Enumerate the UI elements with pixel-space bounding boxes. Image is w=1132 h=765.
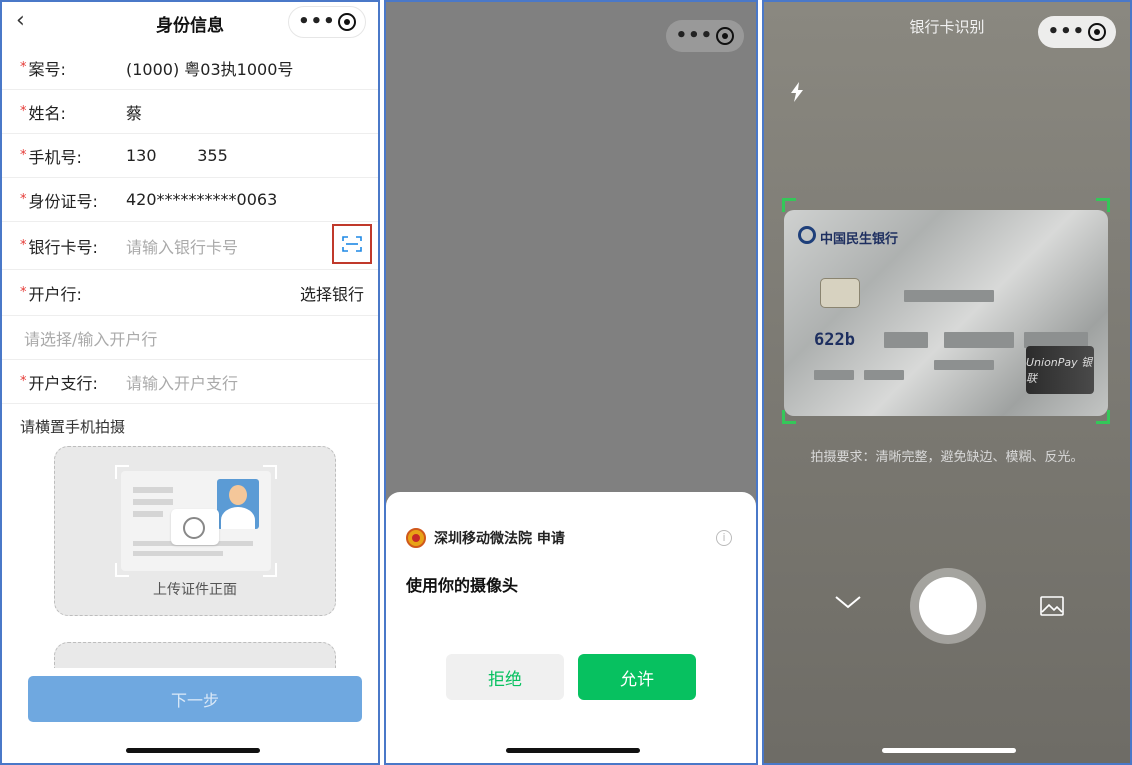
id-number-label: 身份证号: bbox=[28, 191, 98, 211]
applicant-name: 深圳移动微法院 申请 bbox=[434, 531, 565, 547]
home-indicator bbox=[126, 748, 260, 753]
court-logo-icon bbox=[406, 528, 426, 548]
card-chip bbox=[820, 278, 860, 308]
bank-logo-icon bbox=[798, 226, 816, 244]
scan-bank-card-button[interactable] bbox=[332, 224, 372, 264]
case-number-label: 案号: bbox=[28, 59, 66, 79]
mini-program-capsule[interactable]: ••• bbox=[666, 20, 744, 52]
reject-button[interactable]: 拒绝 bbox=[446, 654, 564, 700]
chevron-down-icon[interactable] bbox=[834, 594, 862, 610]
branch-row: * 开户支行: 请输入开户支行 bbox=[2, 360, 378, 404]
branch-label: 开户支行: bbox=[28, 373, 98, 393]
required-mark: * bbox=[20, 60, 27, 75]
landscape-hint: 请横置手机拍摄 bbox=[20, 418, 126, 436]
phone-label: 手机号: bbox=[28, 147, 82, 167]
info-icon[interactable]: i bbox=[716, 530, 732, 546]
id-card-illustration bbox=[115, 465, 277, 577]
avatar-icon bbox=[217, 479, 259, 529]
case-number-value: (1000) 粤03执1000号 bbox=[126, 59, 294, 79]
home-indicator bbox=[882, 748, 1016, 753]
required-mark: * bbox=[20, 104, 27, 119]
mini-program-capsule[interactable]: ••• bbox=[1038, 16, 1116, 48]
more-dots-icon[interactable]: ••• bbox=[1048, 23, 1086, 41]
id-number-row: * 身份证号: 420**********0063 bbox=[2, 178, 378, 222]
card-scan-frame: 中国民生银行 622b UnionPay 银联 bbox=[782, 198, 1110, 424]
identity-info-screen: ‹ 身份信息 ••• * 案号: (1000) 粤03执1000号 * 姓名: … bbox=[0, 0, 380, 765]
home-indicator bbox=[506, 748, 640, 753]
upload-front-label: 上传证件正面 bbox=[153, 582, 237, 598]
flash-icon[interactable] bbox=[790, 82, 804, 102]
mini-program-capsule[interactable]: ••• bbox=[288, 6, 366, 38]
name-value: 蔡 bbox=[126, 103, 143, 123]
bank-card-row: * 银行卡号: 请输入银行卡号 bbox=[2, 222, 378, 270]
select-bank-link[interactable]: 选择银行 bbox=[300, 281, 364, 305]
case-number-row: * 案号: (1000) 粤03执1000号 bbox=[2, 46, 378, 90]
bank-input-row: 请选择/输入开户行 bbox=[2, 316, 378, 360]
allow-button[interactable]: 允许 bbox=[578, 654, 696, 700]
required-mark: * bbox=[20, 192, 27, 207]
bank-name-input[interactable]: 请选择/输入开户行 bbox=[24, 326, 157, 350]
bank-card-label: 银行卡号: bbox=[28, 237, 98, 257]
camera-icon bbox=[171, 509, 219, 545]
shutter-button[interactable] bbox=[910, 568, 986, 644]
shutter-icon bbox=[919, 577, 977, 635]
scan-icon bbox=[342, 236, 362, 252]
card-number-prefix: 622b bbox=[814, 330, 855, 350]
required-mark: * bbox=[20, 374, 27, 389]
bank-card-recognition-screen: 银行卡识别 ••• 中国民生银行 622b UnionPay 银联 拍摄要求：清… bbox=[762, 0, 1132, 765]
name-label: 姓名: bbox=[28, 103, 66, 123]
capture-requirements: 拍摄要求：清晰完整，避免缺边、模糊、反光。 bbox=[810, 450, 1084, 465]
bank-name: 中国民生银行 bbox=[820, 232, 899, 247]
more-dots-icon[interactable]: ••• bbox=[676, 27, 714, 45]
upload-id-front-card[interactable]: 上传证件正面 bbox=[54, 446, 336, 616]
id-number-value: 420**********0063 bbox=[126, 190, 278, 209]
bank-label: 开户行: bbox=[28, 284, 82, 304]
required-mark: * bbox=[20, 238, 27, 253]
gallery-icon[interactable] bbox=[1040, 596, 1064, 616]
target-icon[interactable] bbox=[716, 27, 735, 45]
camera-permission-screen: ••• 深圳移动微法院 申请 i 使用你的摄像头 拒绝 允许 bbox=[384, 0, 758, 765]
branch-input[interactable]: 请输入开户支行 bbox=[126, 370, 238, 394]
more-dots-icon[interactable]: ••• bbox=[298, 13, 336, 31]
phone-value: 130 355 bbox=[126, 146, 228, 165]
permission-title: 使用你的摄像头 bbox=[406, 576, 519, 595]
target-icon[interactable] bbox=[1088, 23, 1107, 41]
navigation-bar: ‹ 身份信息 ••• bbox=[2, 2, 378, 42]
next-step-button[interactable]: 下一步 bbox=[28, 676, 362, 722]
unionpay-logo: UnionPay 银联 bbox=[1026, 346, 1094, 394]
required-mark: * bbox=[20, 148, 27, 163]
permission-sheet: 深圳移动微法院 申请 i 使用你的摄像头 拒绝 允许 bbox=[386, 492, 756, 763]
bank-row: * 开户行: 选择银行 bbox=[2, 270, 378, 316]
bank-card-preview: 中国民生银行 622b UnionPay 银联 bbox=[784, 210, 1108, 416]
required-mark: * bbox=[20, 285, 27, 300]
applicant-row: 深圳移动微法院 申请 bbox=[406, 528, 565, 548]
phone-row: * 手机号: 130 355 bbox=[2, 134, 378, 178]
bank-card-input[interactable]: 请输入银行卡号 bbox=[126, 234, 238, 258]
target-icon[interactable] bbox=[337, 13, 356, 31]
name-row: * 姓名: 蔡 bbox=[2, 90, 378, 134]
